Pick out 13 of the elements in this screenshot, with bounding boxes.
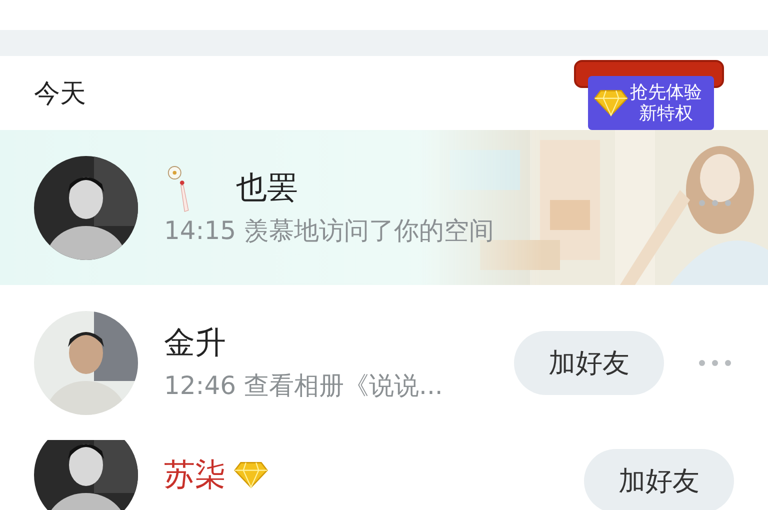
visit-detail: 14:15 羡慕地访问了你的空间 [164, 215, 495, 247]
diamond-icon [594, 89, 628, 117]
section-header: 今天 [34, 78, 86, 110]
promo-text: 新特权 [639, 103, 693, 124]
user-name[interactable]: 苏柒 [164, 454, 226, 496]
user-name[interactable]: 金升 [164, 322, 226, 364]
user-name[interactable]: 也罢 [236, 167, 298, 209]
diamond-icon [234, 461, 268, 489]
add-friend-button[interactable]: 加好友 [514, 330, 664, 394]
add-friend-button[interactable]: 加好友 [584, 449, 734, 510]
visit-detail: 12:46 查看相册《说说... [164, 370, 444, 402]
promo-text: 抢先体验 [630, 82, 702, 103]
promo-badge[interactable]: 抢先体验 新特权 [588, 76, 714, 130]
